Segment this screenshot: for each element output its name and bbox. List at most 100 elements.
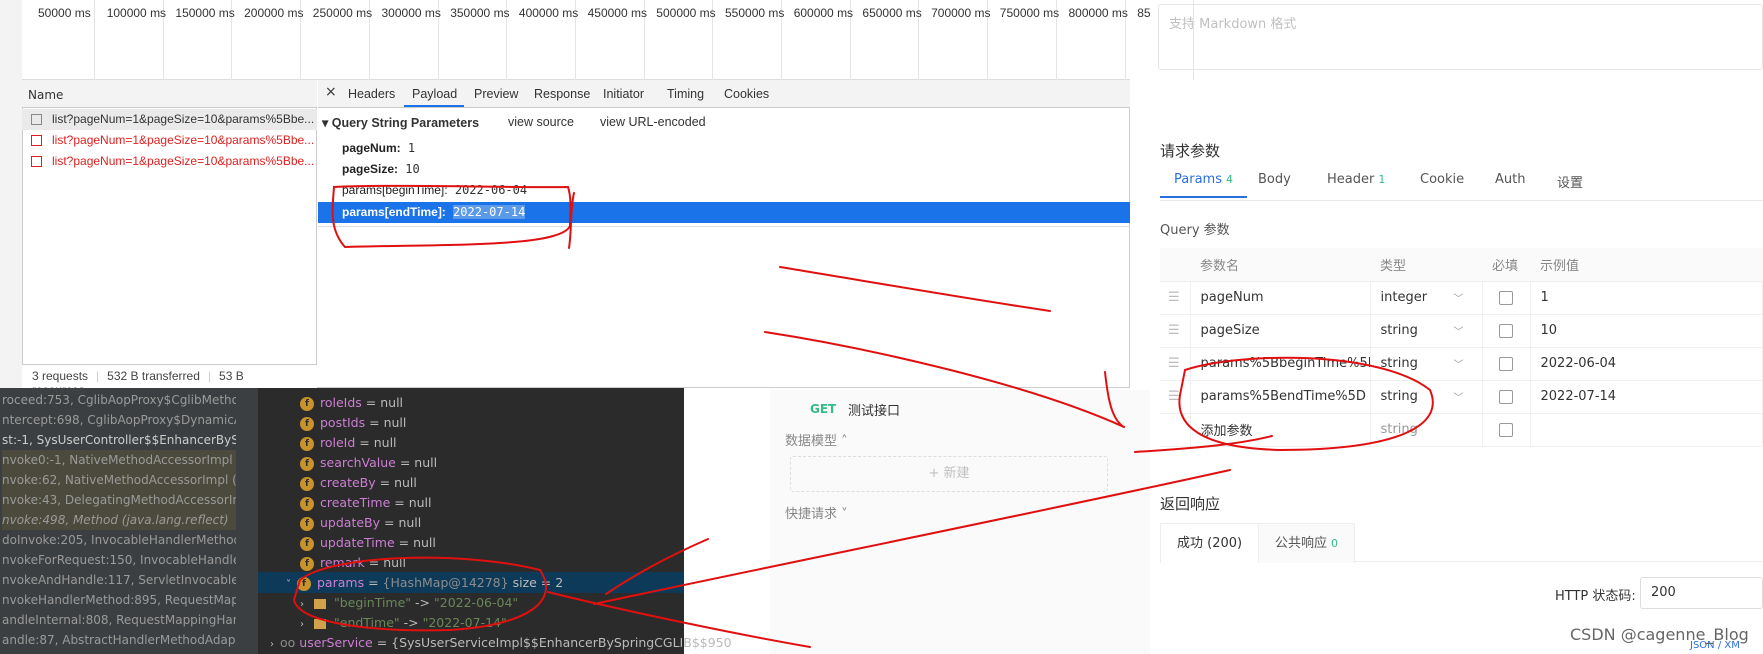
param-row[interactable]: params[beginTime]: 2022-06-04 [342,180,527,200]
param-row[interactable]: pageSize: 10 [342,159,420,179]
expand-chevron-icon[interactable]: › [270,639,274,650]
stack-frame[interactable]: nvoke:43, DelegatingMethodAccessorIm [2,490,236,510]
quick-request-toggle[interactable]: 快捷请求 ˅ [785,503,848,522]
param-type-select[interactable]: integer ﹀ [1370,281,1483,315]
param-row[interactable]: params[endTime]: 2022-07-14 [342,202,526,222]
param-name-cell[interactable]: pageNum [1190,281,1371,315]
variable-row[interactable]: f updateBy = null [300,513,421,533]
param-name-cell[interactable]: params%5BendTime%5D [1190,380,1371,414]
variable-name: userService [299,635,373,650]
response-tab-success[interactable]: 成功 (200) [1160,523,1260,563]
close-icon[interactable]: × [325,84,337,100]
param-type-select[interactable]: string ﹀ [1370,380,1483,414]
param-name-cell[interactable]: pageSize [1190,314,1371,348]
watermark: CSDN @cagenne_Blog [1570,625,1749,644]
required-cell [1482,413,1531,447]
expand-chevron-icon[interactable]: ˅ [286,579,291,590]
query-string-section[interactable]: ▾ Query String Parameters [322,115,479,130]
param-type-select[interactable]: string ﹀ [1370,347,1483,381]
required-checkbox[interactable] [1498,422,1513,437]
data-model-toggle[interactable]: 数据模型 ˄ [785,430,848,449]
tab-settings[interactable]: 设置 [1557,172,1583,191]
tab-preview[interactable]: Preview [474,87,518,101]
param-row[interactable]: pageNum: 1 [342,138,415,158]
tab-response[interactable]: Response [534,87,590,101]
new-data-model-button[interactable]: + 新建 [790,456,1108,492]
required-checkbox[interactable] [1498,389,1513,404]
request-type-icon [31,156,42,167]
name-column-header[interactable]: Name [22,80,317,108]
required-checkbox[interactable] [1498,323,1513,338]
stack-frame[interactable]: nvokeAndHandle:117, ServletInvocableHa [2,570,236,590]
variable-row[interactable]: f roleId = null [300,433,397,453]
param-type-value: string [1380,389,1418,404]
request-row[interactable]: list?pageNum=1&pageSize=10&params%5Bbe..… [22,151,317,172]
tab-cookie[interactable]: Cookie [1420,172,1464,187]
param-type-select[interactable]: string [1370,413,1483,447]
param-example-cell[interactable]: 1 [1530,281,1763,315]
drag-handle-icon[interactable]: ☰ [1160,281,1191,315]
tab-body[interactable]: Body [1258,172,1291,187]
tab-timing[interactable]: Timing [667,87,704,101]
tab-headers[interactable]: Headers [348,87,395,101]
expand-chevron-icon[interactable]: › [300,599,304,610]
tab-auth[interactable]: Auth [1495,172,1525,187]
param-example-cell[interactable] [1530,413,1763,447]
stack-frame[interactable]: doInvoke:205, InvocableHandlerMethod [2,530,236,550]
variable-row[interactable]: f roleIds = null [300,393,403,413]
field-icon: f [300,476,314,491]
params-variable[interactable]: ˅ f params = {HashMap@14278} size = 2 [286,573,563,593]
request-row[interactable]: list?pageNum=1&pageSize=10&params%5Bbe..… [22,130,317,151]
tab-params[interactable]: Params 4 [1160,172,1247,198]
variable-row[interactable]: f remark = null [300,553,406,573]
stack-frame[interactable]: nvoke0:-1, NativeMethodAccessorImpl ( [2,450,236,470]
variable-value: = null [379,475,417,490]
stack-frame[interactable]: ntercept:698, CglibAopProxy$DynamicAd [2,410,236,430]
http-status-input[interactable]: 200 [1640,577,1763,609]
variable-row[interactable]: f postIds = null [300,413,406,433]
view-source-link[interactable]: view source [508,115,574,129]
tab-payload[interactable]: Payload [412,87,457,101]
required-checkbox[interactable] [1498,356,1513,371]
stack-frame[interactable]: andleInternal:808, RequestMappingHan [2,610,236,630]
drag-handle-cell [1160,413,1191,447]
map-entry-row[interactable]: › "beginTime" -> "2022-06-04" [300,593,518,613]
variable-name: updateTime [320,535,395,550]
request-row[interactable]: list?pageNum=1&pageSize=10&params%5Bbe..… [22,109,317,130]
param-type-select[interactable]: string ﹀ [1370,314,1483,348]
drag-handle-icon[interactable]: ☰ [1160,314,1191,348]
stack-frame[interactable]: nvoke:62, NativeMethodAccessorImpl (s [2,470,236,490]
tab-header[interactable]: Header 1 [1327,172,1385,187]
query-params-title: Query 参数 [1160,223,1230,238]
response-tab-public[interactable]: 公共响应 0 [1258,523,1356,563]
variable-value: = null [359,435,397,450]
param-name-cell[interactable]: params%5BbeginTime%5D [1190,347,1371,381]
endpoint-title[interactable]: 测试接口 [848,400,900,419]
user-service-variable[interactable]: › oo userService = {SysUserServiceImpl$$E… [270,633,732,653]
drag-handle-icon[interactable]: ☰ [1160,347,1191,381]
param-example-cell[interactable]: 10 [1530,314,1763,348]
param-example-cell[interactable]: 2022-06-04 [1530,347,1763,381]
drag-handle-icon[interactable]: ☰ [1160,380,1191,414]
map-entry-row[interactable]: › "endTime" -> "2022-07-14" [300,613,507,633]
tab-initiator[interactable]: Initiator [603,87,644,101]
stack-frame[interactable]: nvokeForRequest:150, InvocableHandler [2,550,236,570]
variable-row[interactable]: f searchValue = null [300,453,437,473]
stack-frame[interactable]: nvokeHandlerMethod:895, RequestMapp [2,590,236,610]
view-url-encoded-link[interactable]: view URL-encoded [600,115,706,129]
add-param-input[interactable]: 添加参数 [1190,413,1371,447]
variable-row[interactable]: f createTime = null [300,493,432,513]
table-row: ☰ params%5BendTime%5D string ﹀ 2022-07-14 [1160,380,1763,414]
markdown-description-input[interactable]: 支持 Markdown 格式 [1158,4,1763,70]
variable-value: = null [384,515,422,530]
stack-frame[interactable]: andle:87, AbstractHandlerMethodAdap [2,630,236,650]
variable-row[interactable]: f updateTime = null [300,533,436,553]
stack-frame[interactable]: st:-1, SysUserController$$EnhancerBySp [2,430,236,450]
expand-chevron-icon[interactable]: › [300,619,304,630]
tab-cookies[interactable]: Cookies [724,87,769,101]
variable-row[interactable]: f createBy = null [300,473,417,493]
required-checkbox[interactable] [1498,290,1513,305]
request-type-icon [31,135,42,146]
stack-frame[interactable]: nvoke:498, Method (java.lang.reflect) [2,510,236,530]
param-example-cell[interactable]: 2022-07-14 [1530,380,1763,414]
